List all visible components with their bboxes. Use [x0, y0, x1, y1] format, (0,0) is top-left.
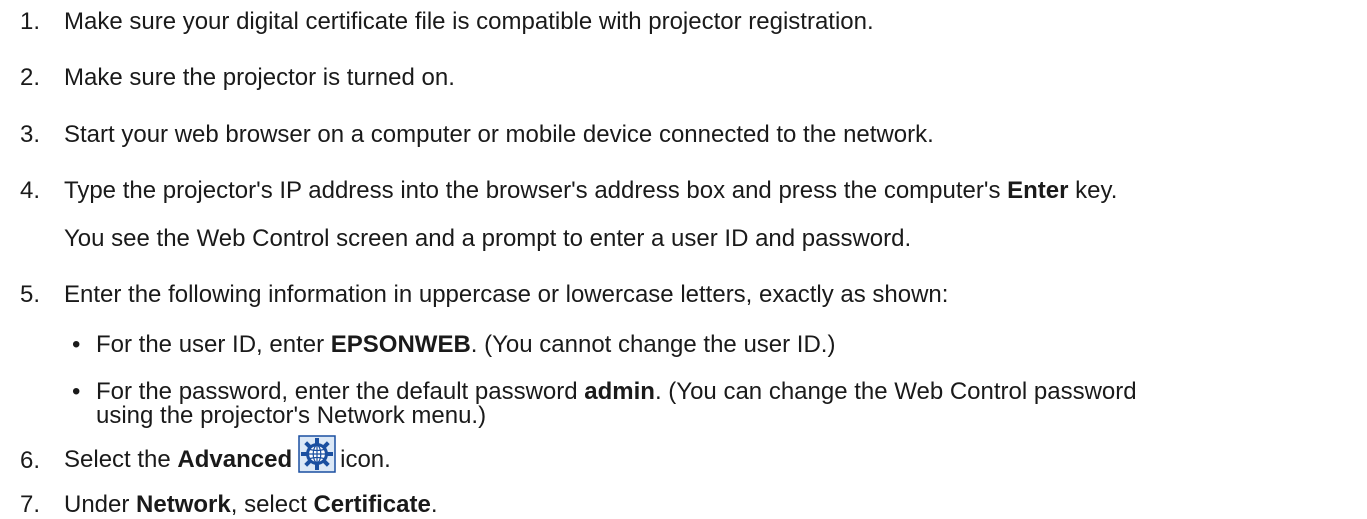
advanced-globe-gear-icon	[298, 435, 336, 473]
enter-key-label: Enter	[1007, 177, 1069, 204]
bullet-text-part: For the password, enter the default pass…	[96, 378, 585, 405]
step-text: Select the Advanced icon.	[64, 435, 391, 474]
bullet-text: For the user ID, enter EPSONWEB. (You ca…	[96, 331, 835, 359]
step-number: 7.	[20, 491, 41, 518]
bullet-text-line2: using the projector's Network menu.)	[96, 402, 487, 429]
bullet-marker: •	[72, 378, 81, 405]
step-text-part: Under	[64, 491, 137, 518]
network-label: Network	[136, 491, 231, 518]
password-value: admin	[584, 378, 655, 405]
step-note-text: You see the Web Control screen and a pro…	[64, 225, 912, 252]
bullet-text-part: For the user ID, enter	[96, 331, 331, 358]
step-text: Enter the following information in upper…	[64, 281, 949, 308]
step-number: 2.	[20, 64, 41, 91]
step-text-part: icon.	[340, 446, 391, 473]
step-number: 3.	[20, 121, 41, 148]
bullet-text-part: . (You cannot change the user ID.)	[470, 331, 836, 358]
step-text: Make sure your digital certificate file …	[64, 8, 874, 35]
bullet-text-part: . (You can change the Web Control passwo…	[654, 378, 1137, 405]
step-text: Start your web browser on a computer or …	[64, 121, 934, 148]
step-text-part: Select the	[64, 446, 178, 473]
certificate-label: Certificate	[313, 491, 431, 518]
step-text-part: key.	[1068, 177, 1118, 204]
step-text: Make sure the projector is turned on.	[64, 64, 455, 91]
step-number: 5.	[20, 281, 41, 308]
advanced-label: Advanced	[177, 446, 293, 473]
step-number: 4.	[20, 177, 41, 204]
step-number: 1.	[20, 8, 41, 35]
step-number: 6.	[20, 447, 41, 474]
bullet-marker: •	[72, 331, 81, 358]
step-text-part: Type the projector's IP address into the…	[64, 177, 1008, 204]
step-text: Under Network, select Certificate.	[64, 491, 437, 519]
user-id-value: EPSONWEB	[330, 331, 471, 358]
step-text-part: , select	[230, 491, 314, 518]
step-text-part: .	[430, 491, 438, 518]
step-text: Type the projector's IP address into the…	[64, 177, 1117, 205]
